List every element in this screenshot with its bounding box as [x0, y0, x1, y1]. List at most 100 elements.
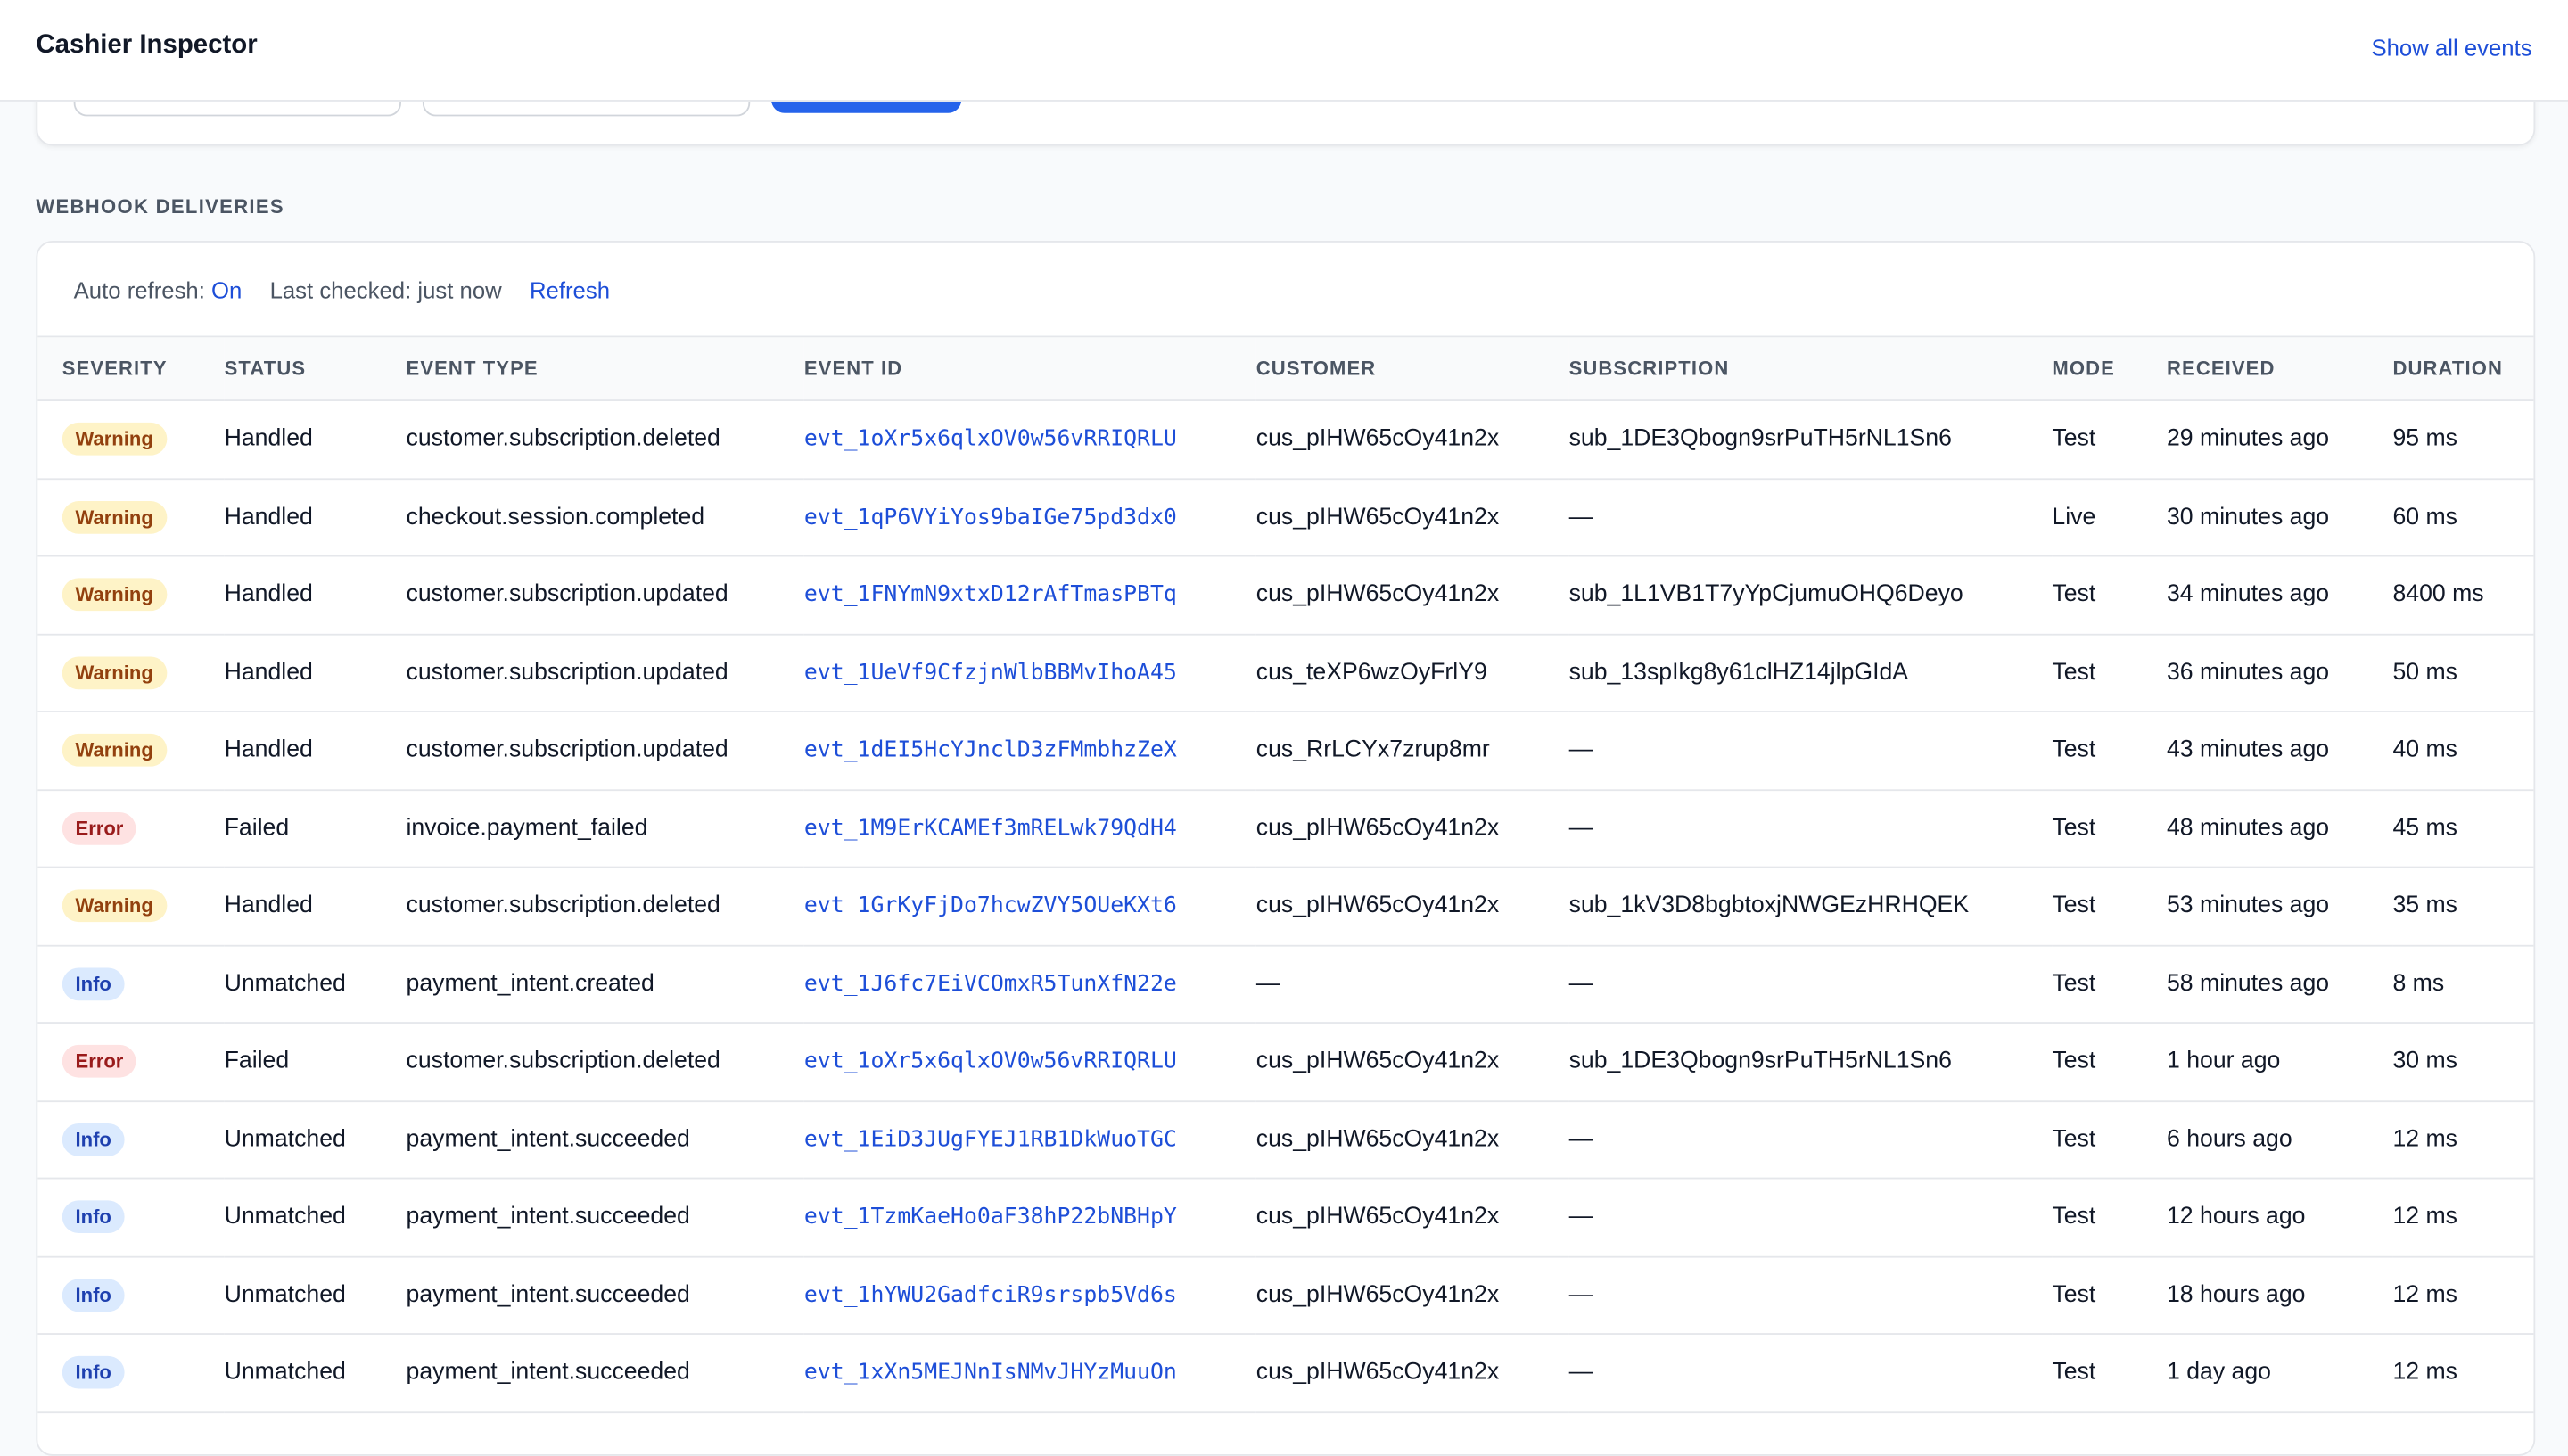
- table-row[interactable]: Warning Handled customer.subscription.upda…: [37, 712, 2534, 791]
- table-row[interactable]: Warning Handled customer.subscription.dele…: [37, 400, 2534, 480]
- column-header-event-type: EVENT TYPE: [406, 337, 804, 401]
- duration-cell: 40 ms: [2392, 736, 2458, 764]
- event-type-cell: checkout.session.completed: [406, 504, 705, 531]
- show-all-events-link[interactable]: Show all events: [2371, 35, 2531, 61]
- table-row[interactable]: Warning Handled checkout.session.completed…: [37, 478, 2534, 557]
- status-cell: Unmatched: [224, 1334, 407, 1413]
- received-cell: 48 minutes ago: [2167, 789, 2393, 868]
- table-row[interactable]: Info Unmatched payment_intent.succeeded evt…: [37, 1178, 2534, 1257]
- table-header-row: SEVERITY STATUS EVENT TYPE EVENT ID CUST…: [37, 337, 2534, 401]
- status-cell: Handled: [224, 633, 407, 712]
- received-cell: 30 minutes ago: [2167, 504, 2330, 531]
- severity-badge: Info: [62, 967, 125, 1000]
- subscription-cell: sub_13spIkg8y61clHZ14jlpGIdA: [1568, 633, 2053, 712]
- received-cell: 34 minutes ago: [2167, 555, 2393, 635]
- event-id-link[interactable]: evt_1GrKyFjDo7hcwZVY5OUeKXt6: [804, 893, 1177, 918]
- mode-cell: Test: [2052, 815, 2096, 842]
- mode-cell: Test: [2052, 581, 2096, 608]
- event-id-link[interactable]: evt_1FNYmN9xtxD12rAfTmasPBTq: [804, 582, 1177, 608]
- table-row[interactable]: Warning Handled customer.subscription.upda…: [37, 555, 2534, 635]
- mode-cell: Test: [2052, 555, 2167, 635]
- event-id-link[interactable]: evt_1xXn5MEJNnIsNMvJHYzMuuOn: [804, 1360, 1177, 1386]
- duration-cell: 50 ms: [2392, 633, 2534, 712]
- mode-cell: Test: [2052, 944, 2167, 1024]
- event-id-link[interactable]: evt_1hYWU2GadfciR9srspb5Vd6s: [804, 1282, 1177, 1308]
- event-id-cell: evt_1EiD3JUgFYEJ1RB1DkWuoTGC: [803, 1100, 1256, 1180]
- status-cell: Handled: [224, 504, 313, 531]
- mode-cell: Test: [2052, 659, 2096, 687]
- severity-badge: Warning: [62, 889, 167, 923]
- event-id-link[interactable]: evt_1qP6VYiYos9baIGe75pd3dx0: [804, 504, 1177, 530]
- severity-cell: Warning: [37, 555, 225, 635]
- table-row[interactable]: Info Unmatched payment_intent.succeeded evt…: [37, 1334, 2534, 1413]
- table-row[interactable]: Error Failed customer.subscription.deleted…: [37, 1023, 2534, 1102]
- event-id-link[interactable]: evt_1EiD3JUgFYEJ1RB1DkWuoTGC: [804, 1126, 1177, 1152]
- severity-cell: Info: [37, 1255, 225, 1335]
- severity-cell: Info: [37, 1334, 225, 1413]
- received-cell: 29 minutes ago: [2167, 400, 2393, 480]
- event-id-link[interactable]: evt_1oXr5x6qlxOV0w56vRRIQRLU: [804, 1049, 1177, 1074]
- event-id-cell: evt_1TzmKaeHo0aF38hP22bNBHpY: [803, 1178, 1256, 1257]
- event-id-cell: evt_1M9ErKCAMEf3mRELwk79QdH4: [803, 789, 1256, 868]
- subscription-cell: —: [1568, 970, 1593, 998]
- event-type-cell: customer.subscription.updated: [406, 633, 804, 712]
- subscription-cell: —: [1568, 815, 1593, 842]
- severity-cell: Info: [37, 1178, 225, 1257]
- auto-refresh-toggle[interactable]: On: [211, 276, 242, 301]
- duration-cell: 12 ms: [2392, 1178, 2534, 1257]
- customer-cell: cus_pIHW65cOy41n2x: [1255, 815, 1500, 842]
- customer-cell: —: [1255, 944, 1569, 1024]
- table-row[interactable]: Error Failed invoice.payment_failed evt_1M9…: [37, 789, 2534, 868]
- customer-cell: cus_pIHW65cOy41n2x: [1255, 867, 1569, 946]
- subscription-cell: —: [1568, 1126, 1593, 1153]
- column-header-received: RECEIVED: [2167, 337, 2393, 401]
- customer-cell: cus_pIHW65cOy41n2x: [1255, 789, 1569, 868]
- severity-badge: Warning: [62, 423, 167, 457]
- event-id-cell: evt_1oXr5x6qlxOV0w56vRRIQRLU: [803, 400, 1256, 480]
- subscription-cell: sub_1DE3Qbogn9srPuTH5rNL1Sn6: [1568, 1048, 1952, 1075]
- table-row[interactable]: Info Unmatched payment_intent.created evt_1…: [37, 944, 2534, 1024]
- customer-cell: cus_pIHW65cOy41n2x: [1255, 1178, 1569, 1257]
- event-id-link[interactable]: evt_1UeVf9CfzjnWlbBBMvIhoA45: [804, 660, 1177, 686]
- table-row[interactable]: Warning Handled customer.subscription.upda…: [37, 633, 2534, 712]
- duration-cell: 8 ms: [2392, 944, 2534, 1024]
- status-cell: Handled: [224, 659, 313, 687]
- event-id-link[interactable]: evt_1oXr5x6qlxOV0w56vRRIQRLU: [804, 426, 1177, 452]
- mode-cell: Test: [2052, 970, 2096, 998]
- mode-cell: Test: [2052, 867, 2167, 946]
- event-id-link[interactable]: evt_1TzmKaeHo0aF38hP22bNBHpY: [804, 1204, 1177, 1230]
- duration-cell: 8400 ms: [2392, 581, 2484, 608]
- customer-cell: cus_RrLCYx7zrup8mr: [1255, 736, 1490, 764]
- severity-cell: Error: [37, 1023, 225, 1102]
- customer-cell: cus_pIHW65cOy41n2x: [1255, 893, 1500, 919]
- table-row[interactable]: Info Unmatched payment_intent.succeeded evt…: [37, 1100, 2534, 1180]
- table-row[interactable]: Info Unmatched payment_intent.succeeded evt…: [37, 1255, 2534, 1335]
- severity-badge: Warning: [62, 500, 167, 534]
- subscription-cell: sub_1L1VB1T7yYpCjumuOHQ6Deyo: [1568, 581, 1963, 608]
- mode-cell: Test: [2052, 1334, 2167, 1413]
- refresh-button[interactable]: Refresh: [530, 276, 610, 301]
- event-id-link[interactable]: evt_1J6fc7EiVCOmxR5TunXfN22e: [804, 971, 1177, 997]
- mode-cell: Test: [2052, 712, 2167, 791]
- duration-cell: 12 ms: [2392, 1281, 2458, 1309]
- event-type-cell: checkout.session.completed: [406, 478, 804, 557]
- duration-cell: 40 ms: [2392, 712, 2534, 791]
- status-cell: Failed: [224, 815, 290, 842]
- app-title: Cashier Inspector: [36, 30, 258, 60]
- event-id-link[interactable]: evt_1dEI5HcYJnclD3zFMmbhzZeX: [804, 737, 1177, 763]
- customer-cell: cus_pIHW65cOy41n2x: [1255, 1334, 1569, 1413]
- status-cell: Unmatched: [224, 1204, 346, 1230]
- event-id-link[interactable]: evt_1M9ErKCAMEf3mRELwk79QdH4: [804, 815, 1177, 841]
- event-type-cell: payment_intent.created: [406, 944, 804, 1024]
- customer-cell: cus_pIHW65cOy41n2x: [1255, 426, 1500, 453]
- event-id-cell: evt_1FNYmN9xtxD12rAfTmasPBTq: [803, 555, 1256, 635]
- customer-cell: cus_pIHW65cOy41n2x: [1255, 478, 1569, 557]
- subscription-cell: —: [1568, 1359, 1593, 1386]
- auto-refresh-label: Auto refresh:: [73, 276, 205, 302]
- table-row[interactable]: Warning Handled customer.subscription.dele…: [37, 867, 2534, 946]
- duration-cell: 35 ms: [2392, 893, 2458, 919]
- event-type-cell: customer.subscription.updated: [406, 736, 728, 764]
- status-cell: Unmatched: [224, 1281, 346, 1309]
- duration-cell: 8 ms: [2392, 970, 2445, 998]
- event-type-cell: customer.subscription.deleted: [406, 400, 804, 480]
